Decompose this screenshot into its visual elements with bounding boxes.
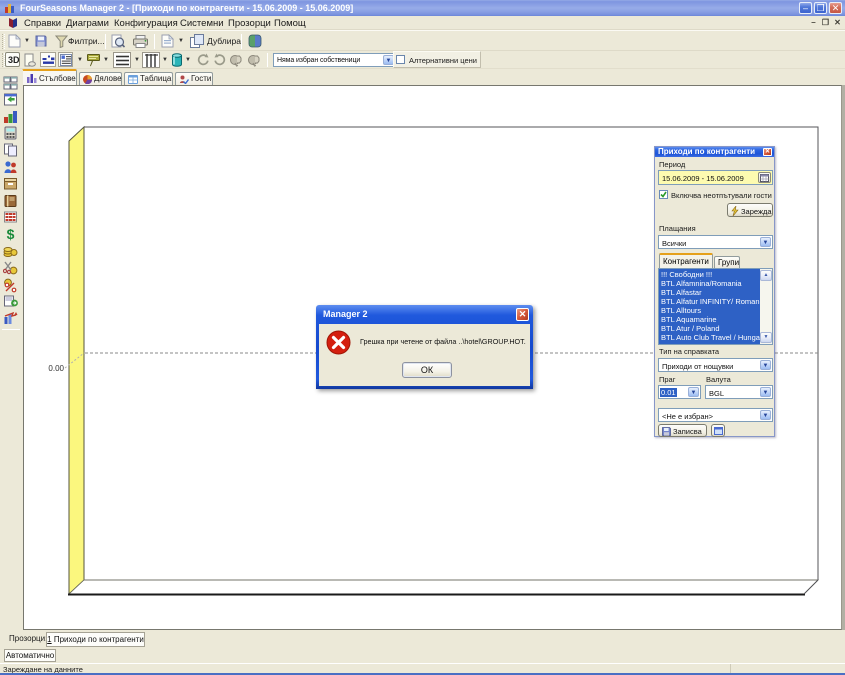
svg-text:$: $: [7, 226, 15, 242]
svg-text:0.00: 0.00: [48, 364, 64, 373]
